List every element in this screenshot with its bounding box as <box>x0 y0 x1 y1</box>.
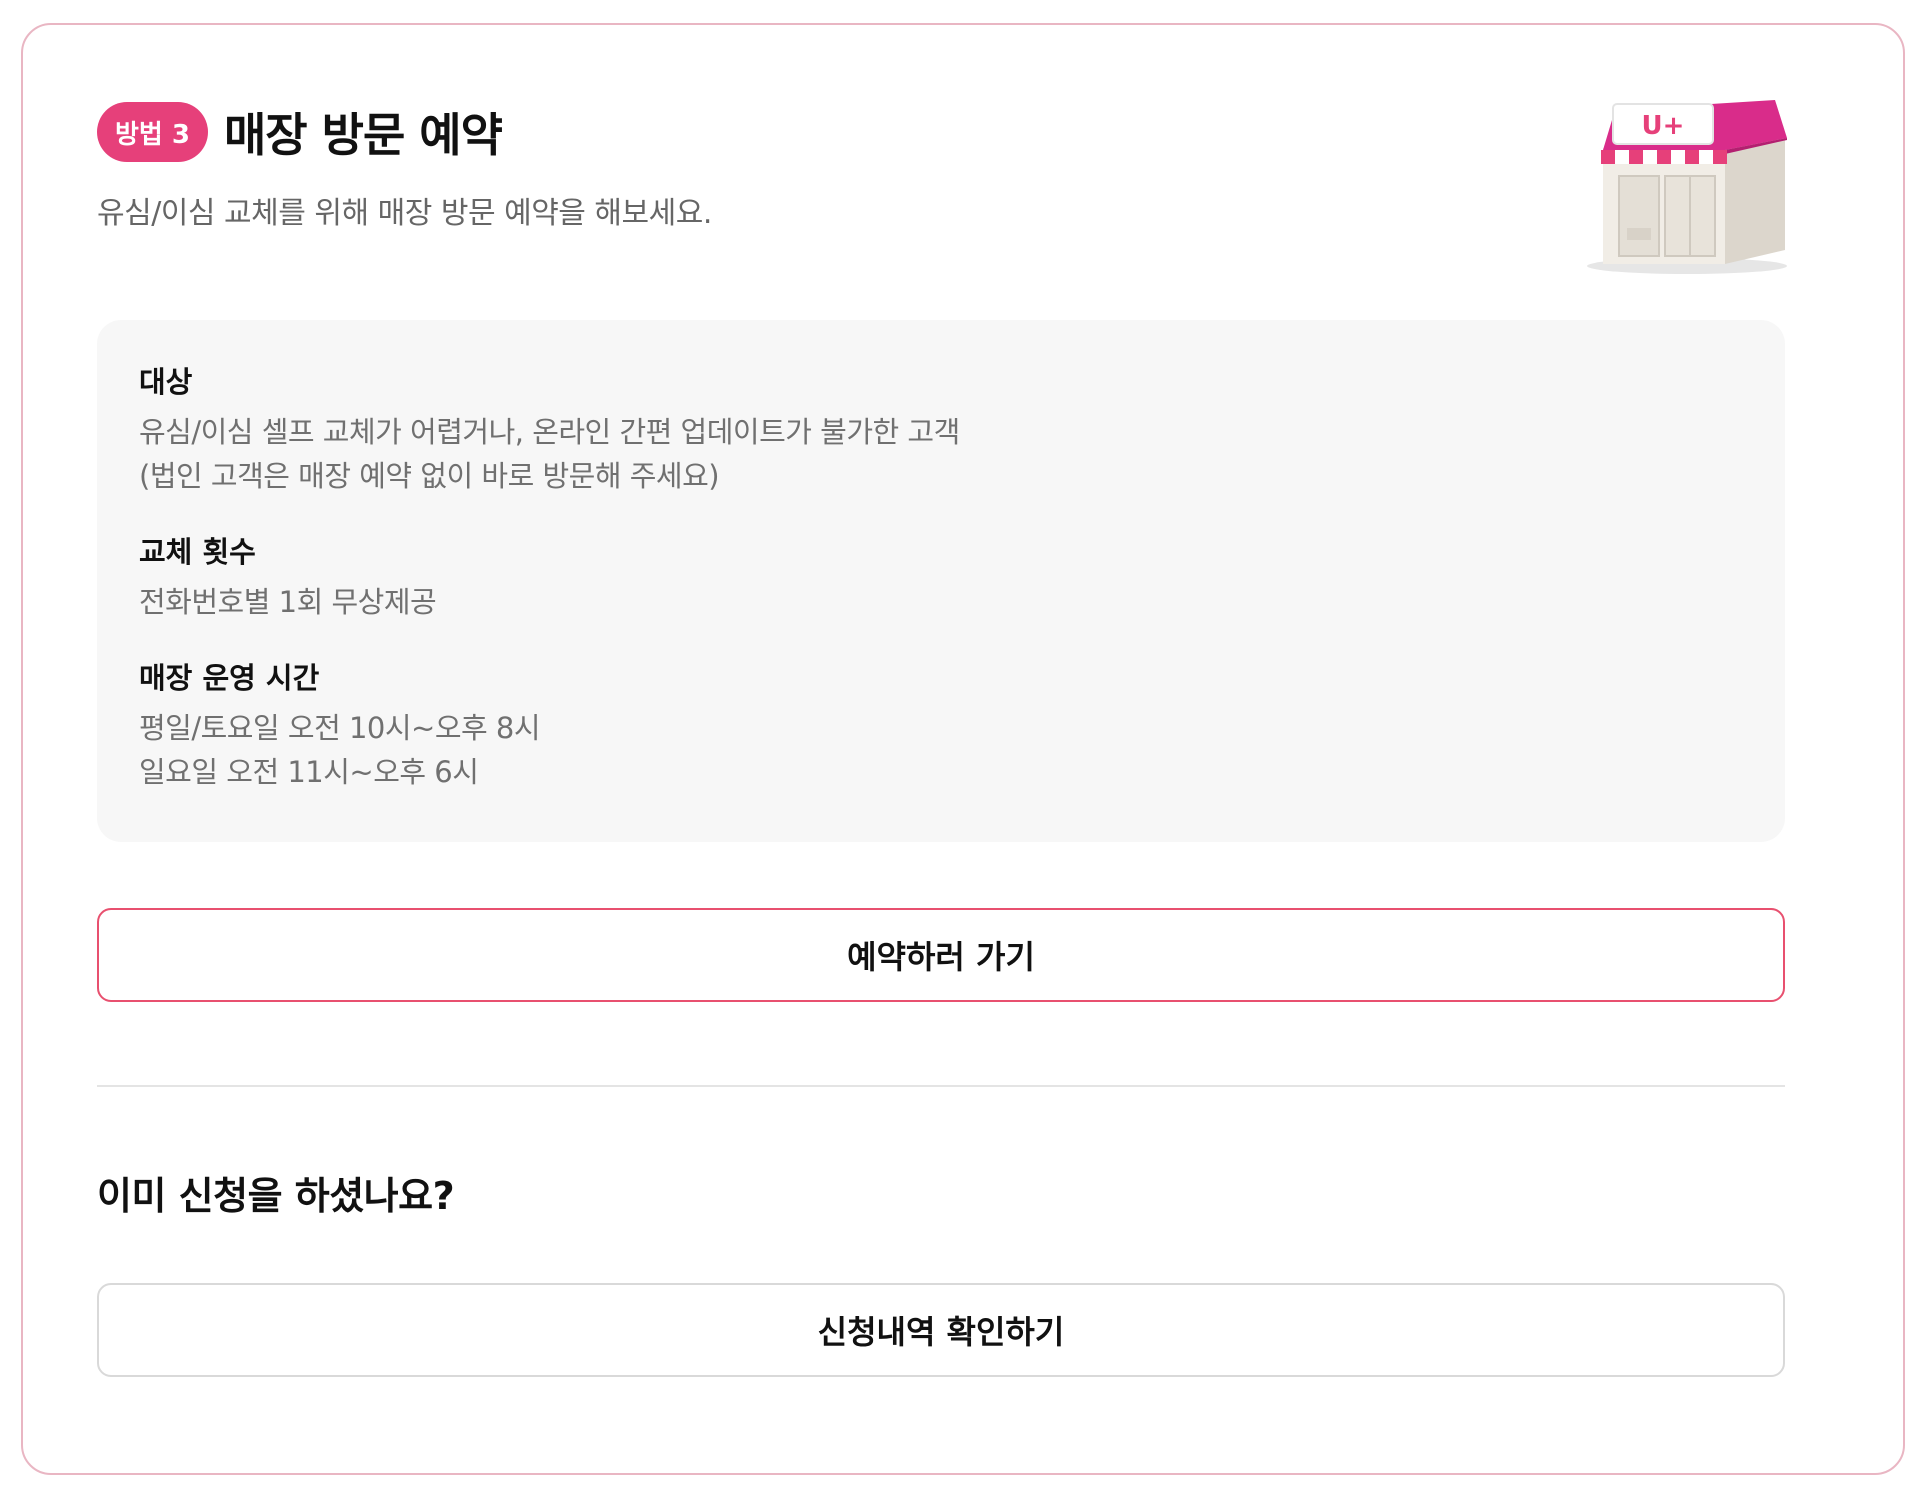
store-sign-text: U+ <box>1642 111 1685 141</box>
hours-heading: 매장 운영 시간 <box>139 661 320 695</box>
page-title: 매장 방문 예약 <box>223 108 503 162</box>
count-heading: 교체 횟수 <box>139 535 256 569</box>
hours-line-1: 평일/토요일 오전 10시~오후 8시 <box>139 711 541 745</box>
section-divider <box>97 1085 1785 1087</box>
already-applied-question: 이미 신청을 하셨나요? <box>97 1174 455 1218</box>
reserve-button[interactable]: 예약하러 가기 <box>97 908 1785 1002</box>
count-text: 전화번호별 1회 무상제공 <box>139 580 1743 624</box>
store-illustration-icon: U+ <box>1587 100 1787 274</box>
check-application-button[interactable]: 신청내역 확인하기 <box>97 1283 1785 1377</box>
info-box: 대상 유심/이심 셀프 교체가 어렵거나, 온라인 간편 업데이트가 불가한 고… <box>97 320 1785 842</box>
page-subtitle: 유심/이심 교체를 위해 매장 방문 예약을 해보세요. <box>97 196 712 231</box>
hours-line-2: 일요일 오전 11시~오후 6시 <box>139 755 479 789</box>
method-badge: 방법 3 <box>97 102 208 162</box>
target-text: 유심/이심 셀프 교체가 어렵거나, 온라인 간편 업데이트가 불가한 고객 (… <box>139 410 1743 498</box>
target-line-2: (법인 고객은 매장 예약 없이 바로 방문해 주세요) <box>139 459 720 493</box>
section-header: 방법 3 매장 방문 예약 <box>97 99 503 165</box>
hours-text: 평일/토요일 오전 10시~오후 8시 일요일 오전 11시~오후 6시 <box>139 706 1743 794</box>
target-heading: 대상 <box>139 365 193 399</box>
count-line-1: 전화번호별 1회 무상제공 <box>139 585 437 619</box>
target-line-1: 유심/이심 셀프 교체가 어렵거나, 온라인 간편 업데이트가 불가한 고객 <box>139 415 960 449</box>
